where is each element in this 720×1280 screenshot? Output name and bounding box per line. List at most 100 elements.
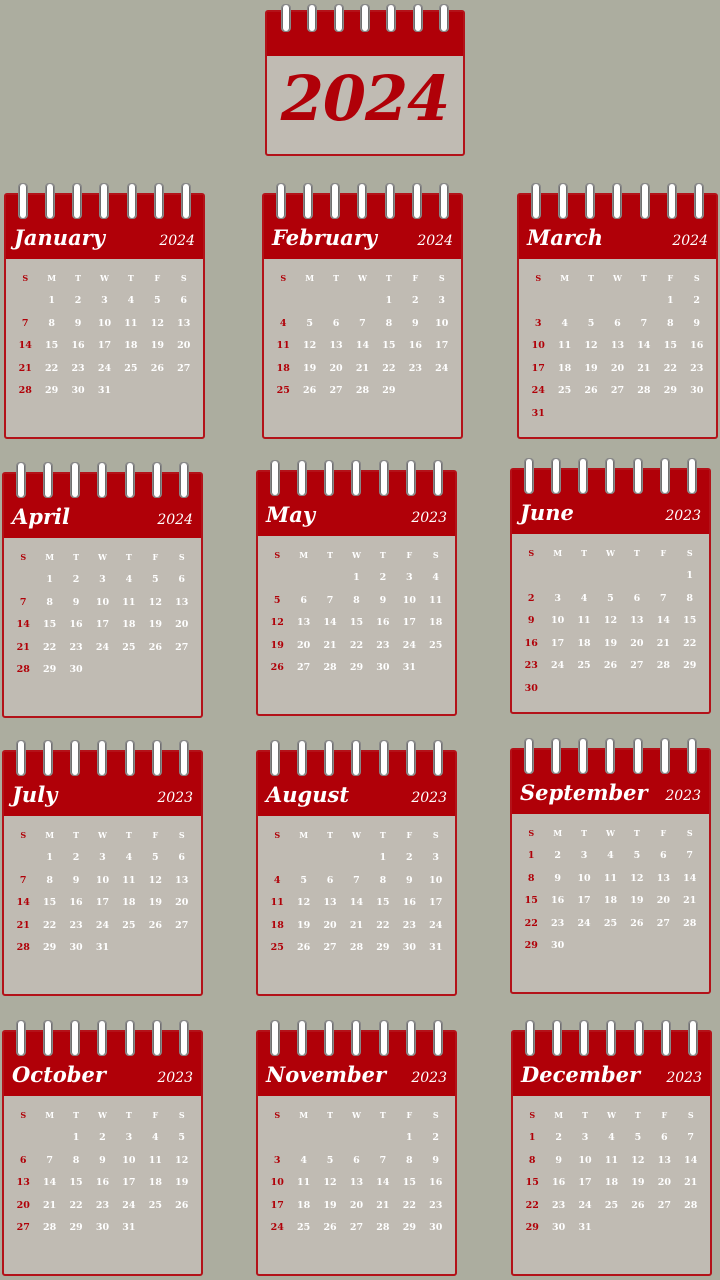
week-row: 23 24 25 26 27 28 29 [518,655,703,678]
weekday-label: S [529,1110,536,1121]
day-cell: 18 [122,897,136,909]
ring-icon [551,738,562,774]
weekday-label: S [432,830,439,841]
day-cell: 24 [95,919,110,931]
day-cell: 12 [150,317,164,329]
day-cell: 7 [660,592,667,604]
day-cell: 5 [587,317,595,329]
day-cell: 4 [607,850,614,862]
weekday-label: T [333,273,340,284]
day-cell: 1 [48,295,55,307]
weekday-label: F [406,1110,413,1121]
month-year: 2023 [157,1070,193,1086]
week-row: 1 [518,565,703,588]
day-cell: 15 [43,619,57,631]
day-cell: 8 [72,1154,80,1166]
day-cell: 12 [270,617,284,629]
day-cell: 1 [667,295,674,307]
ring-icon [270,1020,280,1056]
week-row: 24 25 26 27 28 29 30 [264,1217,449,1240]
week-row: 4 5 6 7 8 9 10 [264,869,449,892]
day-cell: 14 [683,872,697,884]
day-cell: 10 [551,615,565,627]
day-cell: 19 [303,362,317,374]
day-cell: 11 [270,897,284,909]
day-cell: 18 [429,617,443,629]
day-cell: 26 [303,385,317,397]
day-cell: 10 [577,872,591,884]
weekday-label: M [299,1110,309,1121]
week-row: 14 15 16 17 18 19 20 [12,335,197,358]
day-cell: 9 [99,1154,106,1166]
day-cell: 16 [408,340,422,352]
day-cell: 13 [329,340,343,352]
week-row: 24 25 26 27 28 29 30 [525,380,710,403]
day-cell: 14 [43,1177,57,1189]
weekday-label: S [274,550,281,561]
day-grid: S M T W T F S 1 2 3 4 5 6 7 8 9 10 11 12 13 14 15 16 17 18 19 20 21… [10,546,195,681]
day-cell: 5 [154,295,161,307]
spiral-binding [512,458,709,494]
day-cell: 5 [300,874,307,886]
day-cell: 8 [353,594,360,606]
weekday-label: M [45,552,55,563]
ring-icon [693,183,704,219]
ring-icon [303,183,314,219]
day-cell: 13 [175,596,189,608]
month-year: 2024 [417,233,453,249]
day-cell: 5 [152,574,159,586]
day-grid: S M T W T F S 1 2 3 4 5 6 7 8 9 10 11 12 13 14 15 16 17 18 19 20 21… [12,267,197,402]
weekday-header-row: SMTWTFS [519,1104,704,1127]
week-row: 12 13 14 15 16 17 18 [264,612,449,635]
day-cell: 22 [525,1199,539,1211]
weekday-label: W [97,830,107,841]
day-cell: 31 [122,1222,136,1234]
ring-icon [686,738,697,774]
weekday-header-row: SMTWTFS [525,267,710,290]
spiral-binding [512,738,709,774]
week-row: 22 23 24 25 26 27 28 [519,1194,704,1217]
day-cell: 8 [667,317,674,329]
day-cell: 31 [578,1222,592,1234]
day-cell: 20 [349,1199,364,1211]
ring-icon [43,462,54,498]
day-cell: 11 [604,1154,619,1166]
weekday-header-row: SMTWTFS [264,1104,449,1127]
day-cell: 23 [71,362,85,374]
day-cell: 13 [177,317,191,329]
day-grid: S M T W T F S 1 2 3 4 5 6 7 8 9 10 11 12 13 14 15 16 17 18 19 20 21… [264,824,449,959]
day-cell: 19 [323,1199,337,1211]
day-cell: 1 [406,1132,413,1144]
day-cell: 29 [525,1222,539,1234]
week-row: 1 2 3 [270,290,455,313]
day-cell: 23 [429,1199,443,1211]
day-cell: 12 [148,596,162,608]
day-cell: 30 [69,664,83,676]
ring-icon [124,1020,135,1056]
ring-icon [687,1020,698,1056]
day-cell: 4 [580,592,588,604]
ring-icon [585,183,596,219]
day-cell: 25 [604,1199,619,1211]
day-cell: 15 [349,617,364,629]
day-cell: 24 [95,641,110,653]
week-row: 1 2 3 [264,847,449,870]
week-row: 12 [525,290,710,313]
day-cell: 11 [122,596,136,608]
day-cell: 1 [385,295,393,307]
day-cell: 15 [402,1177,416,1189]
day-cell: 22 [402,1199,416,1211]
day-cell: 1 [72,1132,80,1144]
day-cell: 20 [329,362,343,374]
day-cell: 2 [99,1132,106,1144]
day-cell: 1 [379,852,387,864]
ring-icon [276,183,286,219]
week-row: 21 22 23 24 25 26 27 [10,914,195,937]
day-cell: 3 [125,1132,133,1144]
day-cell: 23 [402,919,416,931]
week-row: 1 2 3 4 5 [10,1127,195,1150]
day-cell: 10 [122,1154,136,1166]
day-cell: 27 [329,385,343,397]
day-cell: 24 [402,639,416,651]
week-row: 14 15 16 17 18 19 20 [10,892,195,915]
